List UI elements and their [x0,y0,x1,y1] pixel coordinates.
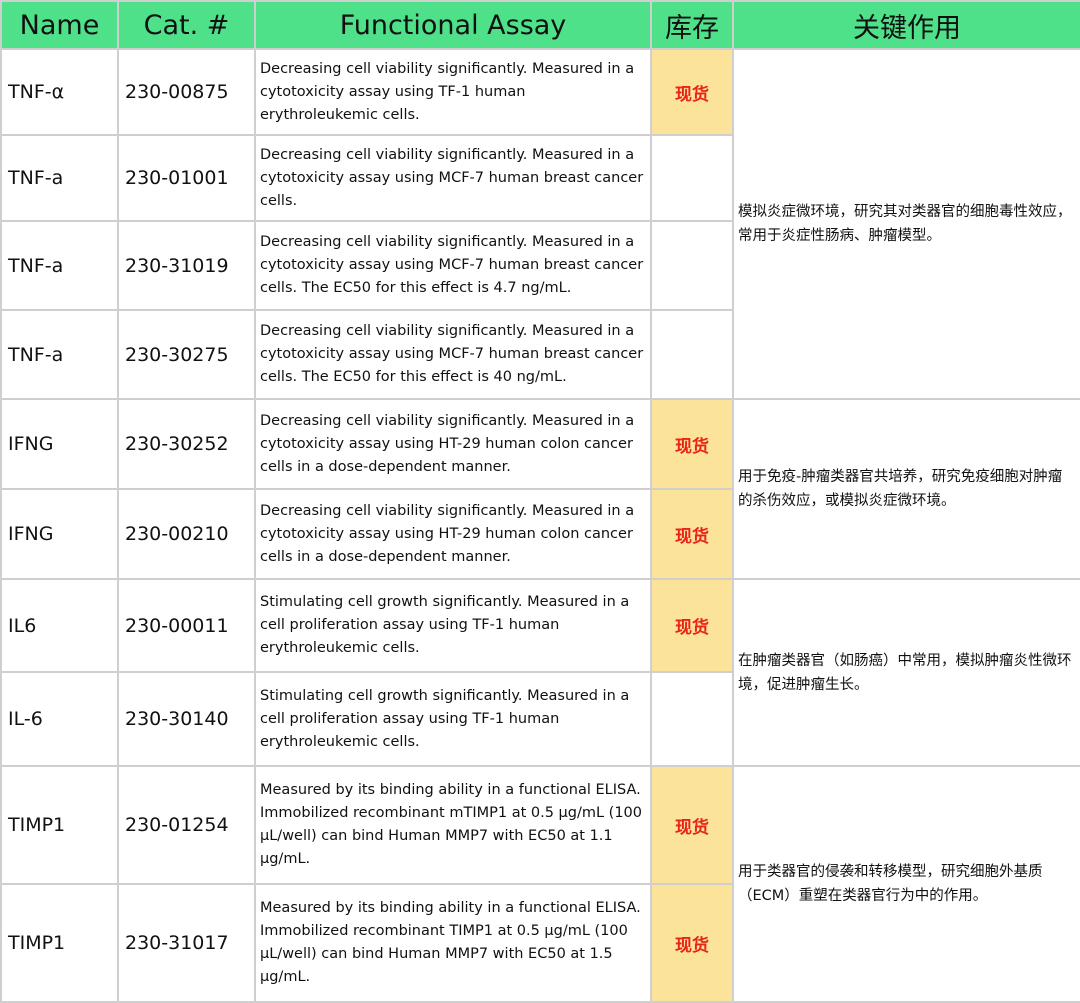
cell-name: TIMP1 [0,883,119,1003]
cell-stock: 现货 [650,578,734,673]
table-row: TNF-α 230-00875 Decreasing cell viabilit… [0,48,1080,400]
cell-stock [650,671,734,767]
header-role: 关键作用 [732,0,1080,50]
cell-assay: Stimulating cell growth significantly. M… [254,671,652,767]
cell-assay: Measured by its binding ability in a fun… [254,883,652,1003]
cell-name: TIMP1 [0,765,119,885]
cell-stock: 现货 [650,765,734,885]
header-cat: Cat. # [117,0,256,50]
table-row: IL6 230-00011 Stimulating cell growth si… [0,578,1080,767]
cell-role: 用于免疫-肿瘤类器官共培养，研究免疫细胞对肿瘤的杀伤效应，或模拟炎症微环境。 [732,398,1080,580]
cell-role: 在肿瘤类器官（如肠癌）中常用，模拟肿瘤炎性微环境，促进肿瘤生长。 [732,578,1080,767]
cell-stock: 现货 [650,883,734,1003]
cell-name: IL6 [0,578,119,673]
cell-cat: 230-30140 [117,671,256,767]
cell-stock [650,309,734,400]
header-name: Name [0,0,119,50]
table-row: TIMP1 230-01254 Measured by its binding … [0,765,1080,1003]
cell-cat: 230-00875 [117,48,256,136]
cell-cat: 230-00210 [117,488,256,580]
header-stock: 库存 [650,0,734,50]
cell-stock [650,220,734,311]
cell-role: 模拟炎症微环境，研究其对类器官的细胞毒性效应，常用于炎症性肠病、肿瘤模型。 [732,48,1080,400]
cell-cat: 230-01254 [117,765,256,885]
header-assay: Functional Assay [254,0,652,50]
cell-cat: 230-30275 [117,309,256,400]
cell-assay: Decreasing cell viability significantly.… [254,309,652,400]
cell-cat: 230-00011 [117,578,256,673]
cell-stock: 现货 [650,48,734,136]
cell-name: TNF-α [0,48,119,136]
cell-name: TNF-a [0,309,119,400]
header-row: Name Cat. # Functional Assay 库存 关键作用 [0,0,1080,50]
cell-assay: Decreasing cell viability significantly.… [254,398,652,490]
cell-assay: Decreasing cell viability significantly.… [254,48,652,136]
cell-stock: 现货 [650,398,734,490]
cell-assay: Decreasing cell viability significantly.… [254,488,652,580]
table-row: IFNG 230-30252 Decreasing cell viability… [0,398,1080,580]
cell-assay: Decreasing cell viability significantly.… [254,220,652,311]
cell-name: IL-6 [0,671,119,767]
cell-name: IFNG [0,488,119,580]
cell-cat: 230-31019 [117,220,256,311]
cell-assay: Decreasing cell viability significantly.… [254,134,652,222]
cell-cat: 230-01001 [117,134,256,222]
cell-name: TNF-a [0,134,119,222]
cell-assay: Stimulating cell growth significantly. M… [254,578,652,673]
product-table: Name Cat. # Functional Assay 库存 关键作用 TNF… [0,0,1080,1003]
cell-stock: 现货 [650,488,734,580]
cell-role: 用于类器官的侵袭和转移模型，研究细胞外基质（ECM）重塑在类器官行为中的作用。 [732,765,1080,1003]
cell-cat: 230-31017 [117,883,256,1003]
cell-cat: 230-30252 [117,398,256,490]
cell-name: IFNG [0,398,119,490]
cell-name: TNF-a [0,220,119,311]
cell-assay: Measured by its binding ability in a fun… [254,765,652,885]
cell-stock [650,134,734,222]
